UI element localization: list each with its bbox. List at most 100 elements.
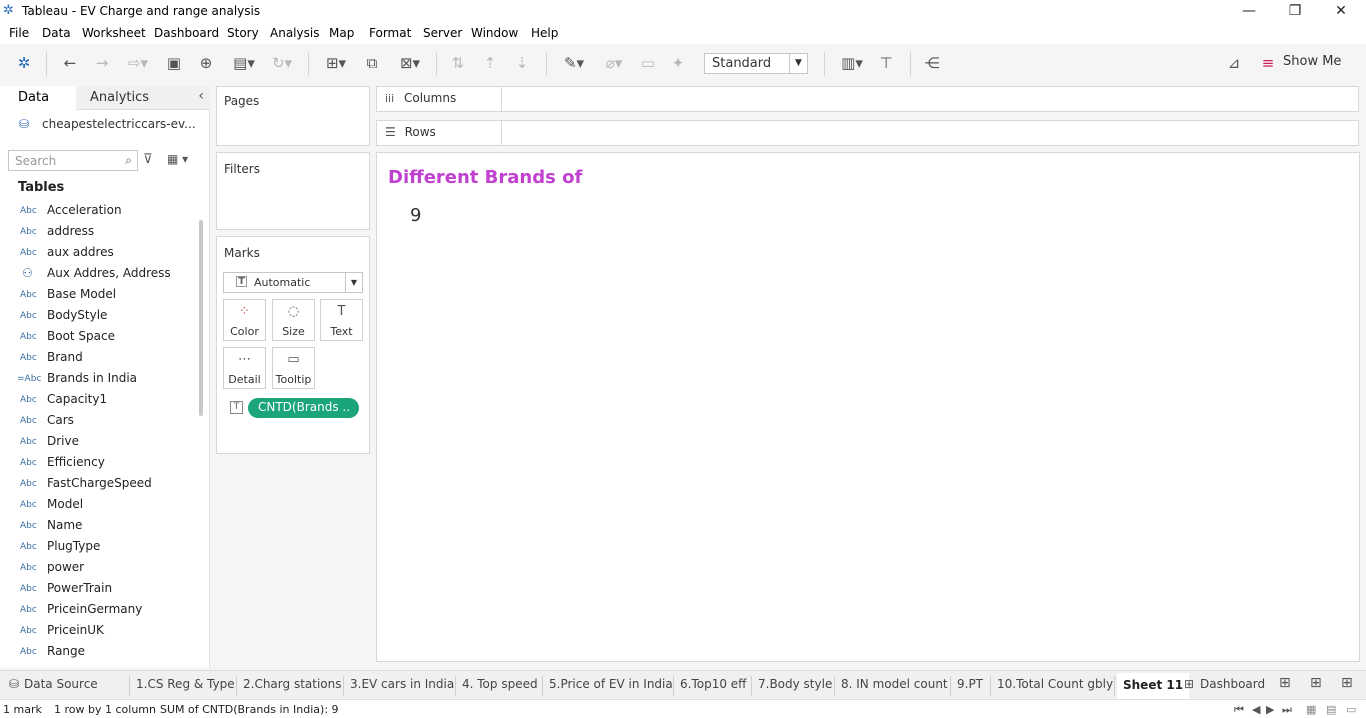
text-mark-value[interactable]: 9 bbox=[410, 205, 421, 226]
show-me-button[interactable]: Show Me bbox=[1283, 54, 1341, 69]
field-item[interactable]: Abc aux addres bbox=[0, 243, 194, 264]
field-item[interactable]: Abc Name bbox=[0, 516, 194, 537]
new-dashboard-tab-icon[interactable]: ⊞ bbox=[1310, 675, 1322, 691]
field-item[interactable]: Abc Model bbox=[0, 495, 194, 516]
pages-card[interactable]: Pages bbox=[216, 86, 370, 146]
clear-sheet-icon[interactable]: ⊠▾ bbox=[392, 52, 428, 74]
columns-shelf[interactable]: iii Columns bbox=[376, 86, 1359, 112]
tableau-home-icon[interactable]: ✲ bbox=[12, 52, 36, 74]
field-item[interactable]: Abc Boot Space bbox=[0, 327, 194, 348]
prev-sheet-icon[interactable]: ◀ bbox=[1252, 703, 1260, 716]
field-item[interactable]: Abc PlugType bbox=[0, 537, 194, 558]
field-item[interactable]: Abc Brand bbox=[0, 348, 194, 369]
sheet-sorter-icon[interactable]: ▦ bbox=[1306, 703, 1316, 716]
menu-analysis[interactable]: Analysis bbox=[270, 26, 319, 40]
field-item[interactable]: ⚇ Aux Addres, Address bbox=[0, 264, 194, 285]
view-options-icon[interactable]: ▦ ▾ bbox=[167, 152, 188, 166]
cards-icon[interactable]: ▥▾ bbox=[834, 52, 870, 74]
tabs-view-icon[interactable]: ▭ bbox=[1346, 703, 1356, 716]
filmstrip-icon[interactable]: ▤ bbox=[1326, 703, 1336, 716]
labels-icon[interactable]: ▭ bbox=[636, 52, 660, 74]
sheet-tab[interactable]: 10.Total Count gbly bbox=[997, 677, 1113, 691]
menu-window[interactable]: Window bbox=[471, 26, 518, 40]
field-item[interactable]: Abc BodyStyle bbox=[0, 306, 194, 327]
rows-shelf[interactable]: ☰ Rows bbox=[376, 120, 1359, 146]
datasource-name[interactable]: cheapestelectriccars-ev... bbox=[42, 117, 196, 131]
fit-select[interactable]: Standard ▼ bbox=[704, 53, 808, 74]
field-item[interactable]: Abc PriceinUK bbox=[0, 621, 194, 642]
field-item[interactable]: Abc address bbox=[0, 222, 194, 243]
menu-worksheet[interactable]: Worksheet bbox=[82, 26, 146, 40]
duplicate-sheet-icon[interactable]: ⧉ bbox=[360, 52, 384, 74]
search-field[interactable]: Search ⌕ bbox=[8, 150, 138, 171]
filters-card[interactable]: Filters bbox=[216, 152, 370, 230]
dashboard-tab[interactable]: Dashboard 1 bbox=[1200, 677, 1268, 691]
menu-map[interactable]: Map bbox=[329, 26, 354, 40]
tab-data-source[interactable]: Data Source bbox=[24, 677, 98, 691]
view-canvas[interactable]: Different Brands of 9 bbox=[376, 152, 1360, 662]
redo-icon[interactable]: → bbox=[90, 52, 114, 74]
sheet-tab[interactable]: 1.CS Reg & Type bbox=[136, 677, 235, 691]
highlight-icon[interactable]: ✎▾ bbox=[556, 52, 592, 74]
replay-icon[interactable]: ⇨▾ bbox=[120, 52, 156, 74]
field-item[interactable]: Abc Capacity1 bbox=[0, 390, 194, 411]
menu-help[interactable]: Help bbox=[531, 26, 558, 40]
fix-axes-icon[interactable]: ✦ bbox=[666, 52, 690, 74]
refresh-icon[interactable]: ↻▾ bbox=[264, 52, 300, 74]
presentation-icon[interactable]: ⊤ bbox=[874, 52, 898, 74]
field-item[interactable]: Abc FastChargeSpeed bbox=[0, 474, 194, 495]
sheet-tab-active[interactable]: Sheet 11 bbox=[1117, 673, 1190, 699]
save-icon[interactable]: ▣ bbox=[162, 52, 186, 74]
menu-format[interactable]: Format bbox=[369, 26, 411, 40]
field-item[interactable]: Abc PriceinGermany bbox=[0, 600, 194, 621]
tab-data[interactable]: Data bbox=[0, 86, 76, 110]
minimize-button[interactable]: — bbox=[1226, 0, 1272, 24]
field-item[interactable]: Abc PowerTrain bbox=[0, 579, 194, 600]
sheet-tab[interactable]: 4. Top speed bbox=[462, 677, 538, 691]
view-title[interactable]: Different Brands of bbox=[388, 167, 582, 188]
text-button[interactable]: T Text bbox=[320, 299, 363, 341]
menu-file[interactable]: File bbox=[9, 26, 29, 40]
close-button[interactable]: ✕ bbox=[1318, 0, 1364, 24]
sheet-tab[interactable]: 5.Price of EV in India bbox=[549, 677, 673, 691]
new-worksheet-icon[interactable]: ⊞▾ bbox=[318, 52, 354, 74]
color-button[interactable]: ⁘ Color bbox=[223, 299, 266, 341]
new-story-tab-icon[interactable]: ⊞ bbox=[1341, 675, 1353, 691]
field-item[interactable]: Abc Acceleration bbox=[0, 201, 194, 222]
field-item[interactable]: Abc Range bbox=[0, 642, 194, 663]
pause-updates-icon[interactable]: ▤▾ bbox=[226, 52, 262, 74]
next-sheet-icon[interactable]: ▶ bbox=[1266, 703, 1274, 716]
cntd-brands-pill[interactable]: CNTD(Brands .. bbox=[248, 398, 359, 418]
new-worksheet-tab-icon[interactable]: ⊞ bbox=[1279, 675, 1291, 691]
sheet-tab[interactable]: 3.EV cars in India bbox=[350, 677, 454, 691]
menu-dashboard[interactable]: Dashboard bbox=[154, 26, 219, 40]
tooltip-button[interactable]: ▭ Tooltip bbox=[272, 347, 315, 389]
sheet-tab[interactable]: 9.PT bbox=[957, 677, 983, 691]
filter-icon[interactable]: ⊽ bbox=[143, 152, 153, 167]
field-item[interactable]: =Abc Brands in India bbox=[0, 369, 194, 390]
format-painter-icon[interactable]: ⊿ bbox=[1222, 52, 1246, 74]
field-list-scrollbar[interactable] bbox=[199, 220, 203, 416]
field-item[interactable]: Abc Cars bbox=[0, 411, 194, 432]
field-item[interactable]: Abc Efficiency bbox=[0, 453, 194, 474]
swap-icon[interactable]: ⇅ bbox=[446, 52, 470, 74]
undo-icon[interactable]: ← bbox=[58, 52, 82, 74]
share-icon[interactable]: ⋲ bbox=[920, 52, 944, 74]
menu-server[interactable]: Server bbox=[423, 26, 462, 40]
tab-analytics[interactable]: Analytics ‹ bbox=[76, 86, 210, 110]
search-input[interactable]: Search bbox=[15, 154, 56, 168]
group-icon[interactable]: ⌀▾ bbox=[596, 52, 632, 74]
last-sheet-icon[interactable]: ⏭ bbox=[1282, 703, 1292, 717]
field-item[interactable]: Abc Base Model bbox=[0, 285, 194, 306]
sheet-tab[interactable]: 7.Body style bbox=[758, 677, 832, 691]
sheet-tab[interactable]: 8. IN model count bbox=[841, 677, 948, 691]
sheet-tab[interactable]: 2.Charg stations bbox=[243, 677, 342, 691]
restore-button[interactable]: ❐ bbox=[1272, 0, 1318, 24]
size-button[interactable]: ◌ Size bbox=[272, 299, 315, 341]
first-sheet-icon[interactable]: ⏮ bbox=[1234, 703, 1244, 717]
new-datasource-icon[interactable]: ⊕ bbox=[194, 52, 218, 74]
field-item[interactable]: Abc power bbox=[0, 558, 194, 579]
sort-asc-icon[interactable]: ⇡ bbox=[478, 52, 502, 74]
field-item[interactable]: Abc Drive bbox=[0, 432, 194, 453]
detail-button[interactable]: ⋯ Detail bbox=[223, 347, 266, 389]
